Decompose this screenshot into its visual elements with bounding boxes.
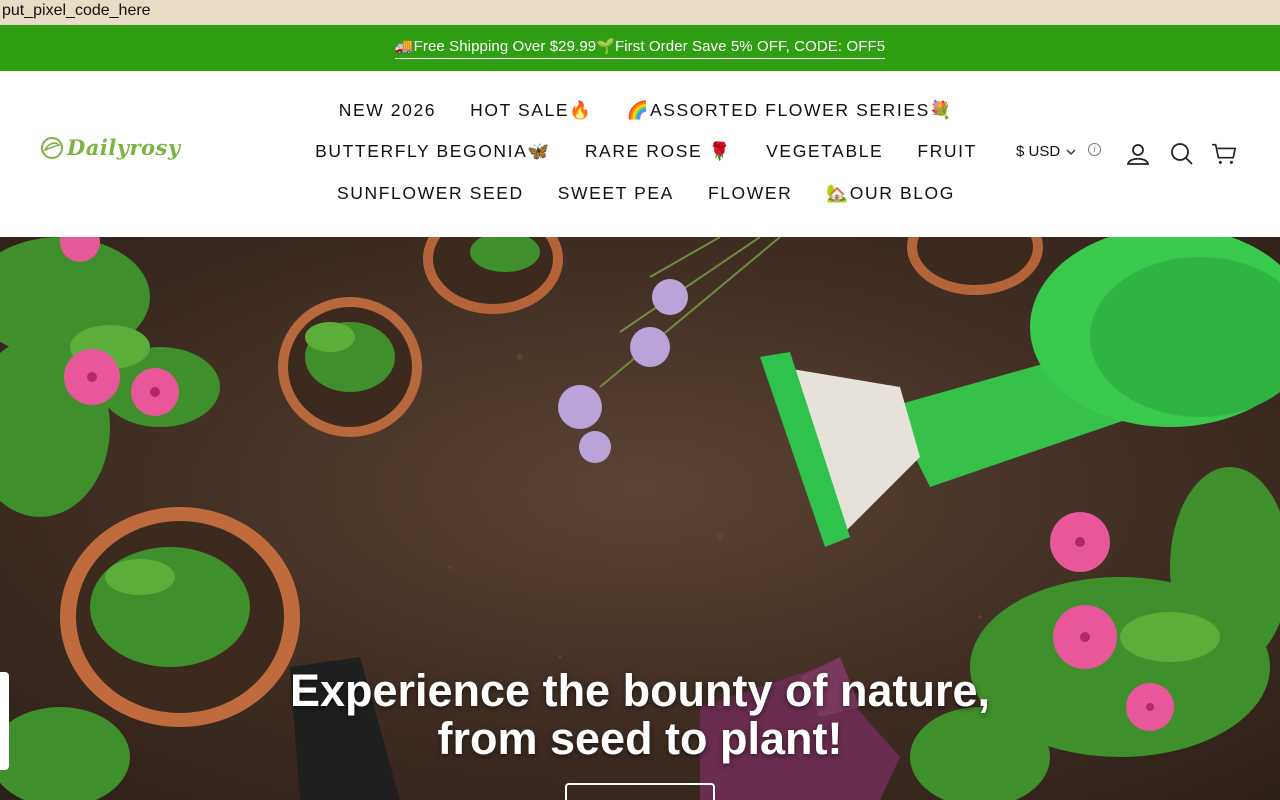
nav-item-rare-rose[interactable]: RARE ROSE 🌹 [585, 141, 732, 162]
site-header: Dailyrosy NEW 2026 HOT SALE🔥 🌈ASSORTED F… [0, 71, 1280, 237]
nav-item-assorted-flower-series[interactable]: 🌈ASSORTED FLOWER SERIES💐 [627, 100, 954, 121]
cart-icon[interactable] [1211, 141, 1237, 167]
nav-item-flower[interactable]: FLOWER [708, 183, 792, 204]
chevron-down-icon [1066, 149, 1076, 155]
nav-item-new-2026[interactable]: NEW 2026 [339, 100, 436, 121]
nav-item-fruit[interactable]: FRUIT [917, 141, 977, 162]
nav-item-vegetable[interactable]: VEGETABLE [766, 141, 883, 162]
nav-item-our-blog[interactable]: 🏡OUR BLOG [826, 183, 955, 204]
main-nav-row-3: SUNFLOWER SEED SWEET PEA FLOWER 🏡OUR BLO… [0, 183, 1280, 204]
nav-item-hot-sale[interactable]: HOT SALE🔥 [470, 100, 592, 121]
hero-title-line-1: Experience the bounty of nature, [289, 665, 991, 716]
hero-cta-button[interactable] [565, 783, 715, 800]
announcement-bar: 🚚Free Shipping Over $29.99🌱First Order S… [0, 25, 1280, 71]
search-icon[interactable] [1169, 141, 1195, 167]
hero-title-line-2: from seed to plant! [437, 713, 843, 764]
main-nav-row-1: NEW 2026 HOT SALE🔥 🌈ASSORTED FLOWER SERI… [0, 100, 1280, 121]
hero-title: Experience the bounty of nature, from se… [0, 667, 1280, 763]
nav-item-sunflower-seed[interactable]: SUNFLOWER SEED [337, 183, 524, 204]
debug-text: put_pixel_code_here [0, 0, 1280, 25]
nav-item-butterfly-begonia[interactable]: BUTTERFLY BEGONIA🦋 [315, 141, 551, 162]
info-icon[interactable]: i [1088, 143, 1101, 156]
hero-banner: Experience the bounty of nature, from se… [0, 237, 1280, 800]
currency-selector[interactable]: $ USD [1016, 143, 1076, 160]
nav-item-sweet-pea[interactable]: SWEET PEA [558, 183, 674, 204]
currency-label: $ USD [1016, 143, 1061, 160]
announcement-link[interactable]: 🚚Free Shipping Over $29.99🌱First Order S… [394, 37, 886, 59]
account-icon[interactable] [1125, 141, 1151, 167]
